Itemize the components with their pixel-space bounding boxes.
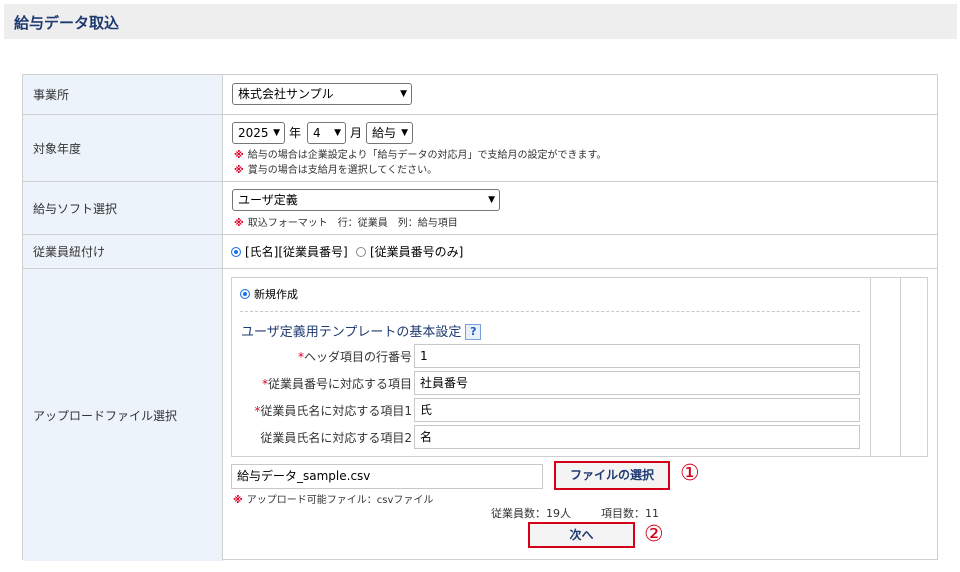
row-upload: アップロードファイル選択 新規作成 ユーザ定義用テンプレートの基本設定? *ヘッ… [23,269,937,561]
row-office: 事業所 株式会社サンプル ▼ [23,75,937,115]
field-label-header-row: *ヘッダ項目の行番号 [297,350,412,364]
radio-selected-icon[interactable] [231,247,241,257]
radio-selected-icon[interactable] [240,289,250,299]
employee-number-input[interactable]: 社員番号 [414,371,860,395]
chevron-down-icon: ▼ [401,128,408,138]
year-select[interactable]: 2025 ▼ [232,122,285,144]
pay-type-select[interactable]: 給与 ▼ [366,122,413,144]
row-link: 従業員紐付け [氏名][従業員番号] [従業員番号のみ] [23,235,937,269]
file-type-note: ※ アップロード可能ファイル：csvファイル [233,495,434,506]
chevron-down-icon: ▼ [334,128,341,138]
note-mark-icon: ※ [234,218,244,229]
link-option-name-number[interactable]: [氏名][従業員番号] [231,241,348,263]
year-select-value: 2025 [238,126,269,140]
year-note-2: ※ 賞与の場合は支給月を選択してください。 [234,165,438,176]
field-label-employee-number: *従業員番号に対応する項目 [261,377,412,391]
chevron-down-icon: ▼ [488,195,495,205]
chevron-down-icon: ▼ [400,89,407,99]
month-unit: 月 [350,126,363,140]
office-select-value: 株式会社サンプル [238,87,334,101]
divider [240,311,860,312]
choose-file-button[interactable]: ファイルの選択 [554,461,670,490]
page-header: 給与データ取込 [4,4,957,39]
template-settings-box: 新規作成 ユーザ定義用テンプレートの基本設定? *ヘッダ項目の行番号 1 *従業… [231,277,928,457]
new-create-option[interactable]: 新規作成 [240,284,298,306]
page-title: 給与データ取込 [14,14,120,32]
name-item-2-input[interactable]: 名 [414,425,860,449]
office-label: 事業所 [23,75,223,114]
name-item-1-input[interactable]: 氏 [414,398,860,422]
software-select-value: ユーザ定義 [238,193,298,207]
note-mark-icon: ※ [234,150,244,161]
software-select[interactable]: ユーザ定義 ▼ [232,189,500,211]
next-button[interactable]: 次へ [528,522,635,548]
item-count: 項目数：11 [601,507,659,520]
software-label: 給与ソフト選択 [23,182,223,234]
pay-type-select-value: 給与 [372,126,397,140]
year-note-1: ※ 給与の場合は企業設定より「給与データの対応月」で支給月の設定ができます。 [234,150,607,161]
callout-2: ② [644,522,664,547]
link-label: 従業員紐付け [23,235,223,268]
chevron-down-icon: ▼ [273,128,280,138]
upload-label: アップロードファイル選択 [23,269,223,561]
month-select-value: 4 [313,126,321,140]
office-select[interactable]: 株式会社サンプル ▼ [232,83,412,105]
year-unit: 年 [289,126,302,140]
note-mark-icon: ※ [234,165,244,176]
employee-count: 従業員数：19人 [491,507,571,520]
import-form: 事業所 株式会社サンプル ▼ 対象年度 2025 ▼ 年 4 ▼ 月 給与 ▼ [22,74,938,561]
field-label-name-1: *従業員氏名に対応する項目1 [254,404,412,418]
header-row-input[interactable]: 1 [414,344,860,368]
callout-1: ① [680,461,700,486]
link-option-number-only[interactable]: [従業員番号のみ] [356,241,463,263]
row-software: 給与ソフト選択 ユーザ定義 ▼ ※ 取込フォーマット 行：従業員 列：給与項目 [23,182,937,235]
software-note: ※ 取込フォーマット 行：従業員 列：給与項目 [234,218,458,229]
radio-unselected-icon[interactable] [356,247,366,257]
field-label-name-2: 従業員氏名に対応する項目2 [260,431,412,445]
file-name-field[interactable]: 給与データ_sample.csv [231,464,543,489]
template-title: ユーザ定義用テンプレートの基本設定? [241,321,482,340]
year-label: 対象年度 [23,115,223,181]
help-icon[interactable]: ? [465,324,482,340]
row-year: 対象年度 2025 ▼ 年 4 ▼ 月 給与 ▼ ※ 給与の場合は企業設定より「給… [23,115,937,182]
note-mark-icon: ※ [233,495,243,506]
month-select[interactable]: 4 ▼ [307,122,346,144]
